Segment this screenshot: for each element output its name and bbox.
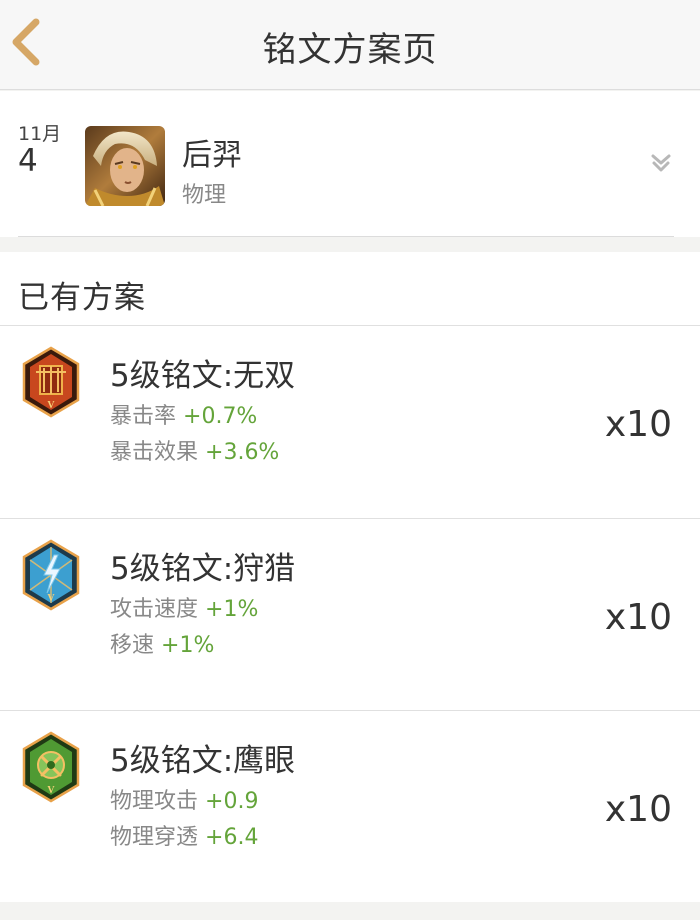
stat-label: 暴击效果	[110, 440, 199, 465]
section-title: 已有方案	[18, 280, 146, 316]
stat-value: +0.7%	[183, 404, 258, 429]
yingyan-rune-icon: V	[22, 731, 80, 803]
double-chevron-down-icon	[651, 154, 671, 172]
stat-label: 移速	[110, 633, 155, 658]
date-block: 11月 4	[18, 125, 78, 177]
hero-avatar	[85, 126, 165, 206]
rune-stat: 物理攻击 +0.9	[110, 783, 258, 815]
stat-label: 攻击速度	[110, 597, 199, 622]
wushuang-rune-icon: V	[22, 346, 80, 418]
stat-value: +0.9	[205, 789, 259, 814]
page-title: 铭文方案页	[262, 30, 438, 70]
rune-stat: 暴击效果 +3.6%	[110, 434, 279, 466]
rune-count: x10	[604, 404, 672, 445]
rune-name: 5级铭文:无双	[110, 358, 296, 394]
svg-text:V: V	[47, 400, 55, 411]
rune-row-yingyan[interactable]: V 5级铭文:鹰眼 物理攻击 +0.9 物理穿透 +6.4 x10	[0, 710, 700, 902]
hero-name: 后羿	[182, 138, 242, 173]
rune-plan-section: 已有方案 V 5级铭文:无双 暴击率 +0.7% 暴击效果 +3.6% x10	[0, 252, 700, 902]
rune-count: x10	[604, 597, 672, 638]
svg-text:V: V	[47, 593, 55, 604]
rune-stat: 移速 +1%	[110, 627, 214, 659]
rune-row-wushuang[interactable]: V 5级铭文:无双 暴击率 +0.7% 暴击效果 +3.6% x10	[0, 326, 700, 518]
rune-stat: 物理穿透 +6.4	[110, 819, 258, 851]
rune-stat: 攻击速度 +1%	[110, 591, 258, 623]
stat-value: +1%	[205, 597, 259, 622]
stat-value: +1%	[161, 633, 215, 658]
date-day: 4	[18, 143, 38, 179]
date-month: 11月	[18, 123, 62, 145]
hero-type: 物理	[182, 183, 227, 208]
shoulie-rune-icon: V	[22, 539, 80, 611]
svg-text:V: V	[47, 785, 55, 796]
rune-name: 5级铭文:鹰眼	[110, 743, 296, 779]
stat-value: +3.6%	[205, 440, 280, 465]
stat-value: +6.4	[205, 825, 259, 850]
divider	[18, 236, 674, 237]
expand-button[interactable]	[646, 149, 676, 179]
rune-name: 5级铭文:狩猎	[110, 551, 296, 587]
rune-row-shoulie[interactable]: V 5级铭文:狩猎 攻击速度 +1% 移速 +1% x10	[0, 518, 700, 710]
stat-label: 暴击率	[110, 404, 177, 429]
hero-card[interactable]: 11月 4 后羿 物理	[0, 91, 700, 237]
nav-bar: 铭文方案页	[0, 0, 700, 90]
stat-label: 物理穿透	[110, 825, 199, 850]
stat-label: 物理攻击	[110, 789, 199, 814]
rune-stat: 暴击率 +0.7%	[110, 398, 257, 430]
rune-count: x10	[604, 789, 672, 830]
